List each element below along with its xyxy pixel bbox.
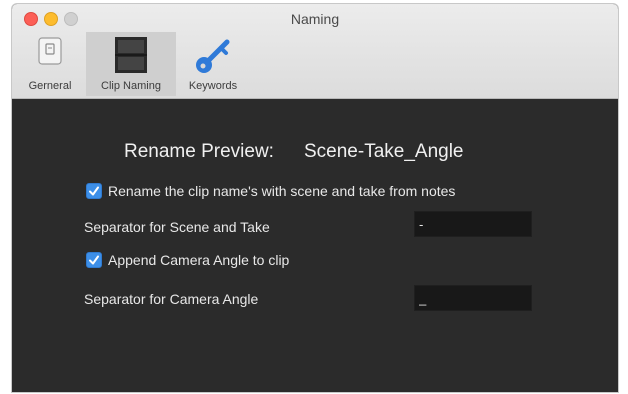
rename-preview-value: Scene-Take_Angle — [304, 141, 464, 162]
camera-angle-separator-label: Separator for Camera Angle — [84, 291, 259, 307]
append-angle-label: Append Camera Angle to clip — [108, 252, 290, 268]
scene-take-separator-label: Separator for Scene and Take — [84, 219, 270, 235]
rename-clip-checkbox[interactable] — [86, 183, 102, 199]
scene-take-separator-field[interactable] — [414, 211, 532, 237]
rename-clip-option[interactable]: Rename the clip name's with scene and ta… — [86, 183, 455, 199]
camera-angle-separator-field[interactable] — [414, 285, 532, 311]
naming-window: Naming Gerneral Clip Naming Keywords Ren… — [12, 4, 618, 392]
window-title: Naming — [290, 11, 340, 27]
checkmark-icon — [89, 255, 99, 265]
append-angle-option[interactable]: Append Camera Angle to clip — [86, 252, 289, 268]
checkmark-icon — [89, 186, 99, 196]
clip-naming-icon — [113, 36, 149, 77]
tab-general-label: Gerneral — [28, 80, 72, 92]
tab-clip-naming[interactable]: Clip Naming — [86, 32, 176, 96]
rename-clip-label: Rename the clip name's with scene and ta… — [108, 183, 456, 199]
append-angle-checkbox[interactable] — [86, 252, 102, 268]
tab-keywords[interactable]: Keywords — [180, 32, 246, 96]
rename-preview-label: Rename Preview: — [124, 141, 274, 162]
window-toolbar: Naming Gerneral Clip Naming Keywords — [12, 4, 618, 99]
tab-general[interactable]: Gerneral — [20, 32, 80, 96]
tab-clip-naming-label: Clip Naming — [101, 80, 161, 92]
tab-keywords-label: Keywords — [188, 80, 238, 92]
key-icon — [193, 36, 233, 79]
clip-naming-panel: Rename Preview: Scene-Take_Angle Rename … — [12, 99, 618, 392]
general-device-icon — [37, 36, 63, 69]
